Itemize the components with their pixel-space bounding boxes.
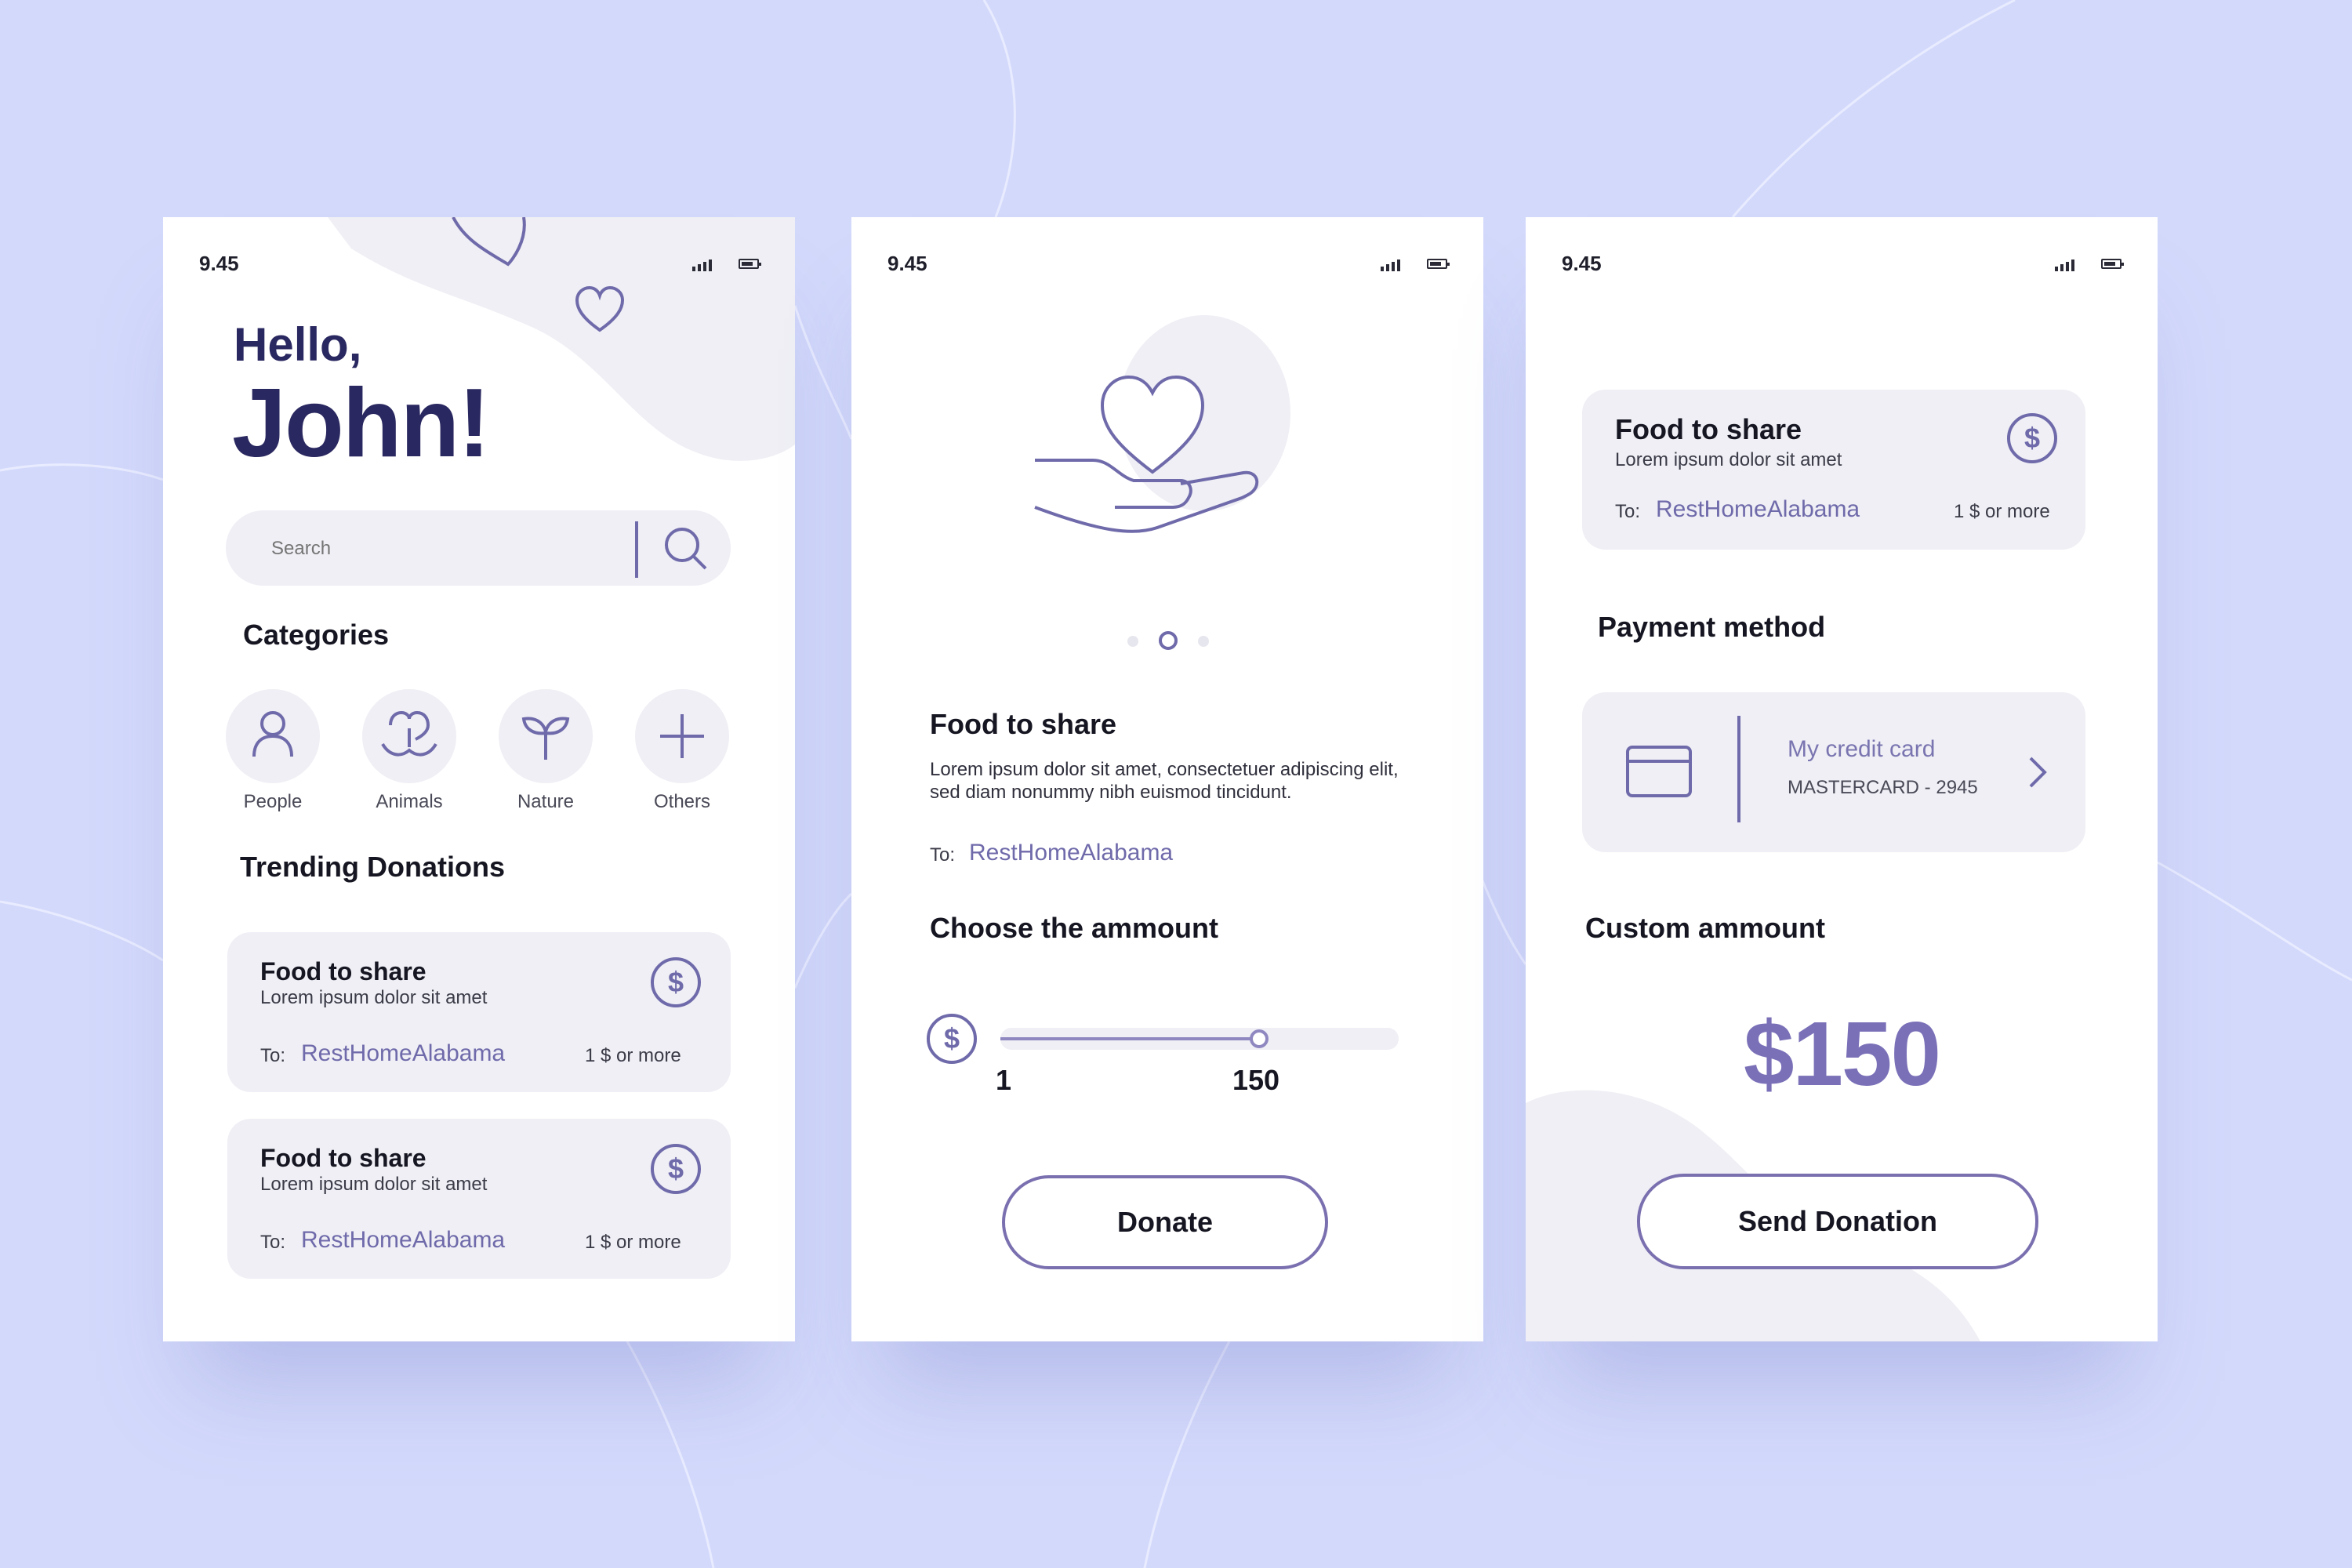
- battery-icon: [1427, 259, 1450, 269]
- search-input[interactable]: [270, 532, 586, 565]
- carousel-dot[interactable]: [1198, 636, 1209, 647]
- donation-title: Food to share: [260, 957, 426, 985]
- status-bar: 9.45: [163, 217, 795, 280]
- amount-slider[interactable]: [1000, 1028, 1399, 1050]
- category-people[interactable]: People: [226, 689, 320, 815]
- dollar-icon: $: [927, 1014, 977, 1064]
- detail-recipient[interactable]: RestHomeAlabama: [969, 840, 1173, 866]
- donation-to-label: To:: [260, 1045, 286, 1066]
- category-nature-circle: [499, 689, 593, 783]
- signal-icon: [2055, 260, 2074, 271]
- category-nature[interactable]: Nature: [499, 689, 593, 815]
- greeting-name: John!: [232, 369, 490, 477]
- credit-card-icon: [1626, 746, 1692, 797]
- signal-icon: [1381, 260, 1400, 271]
- card-divider: [1737, 716, 1740, 822]
- chevron-right-icon[interactable]: [2026, 755, 2049, 789]
- donation-amount-note: 1 $ or more: [585, 1045, 681, 1066]
- heart-outline-icon: [575, 286, 625, 332]
- summary-title: Food to share: [1615, 413, 1802, 445]
- category-animals-label: Animals: [376, 791, 443, 812]
- summary-recipient[interactable]: RestHomeAlabama: [1656, 496, 1860, 523]
- search-bar[interactable]: [226, 510, 731, 586]
- donation-subtitle: Lorem ipsum dolor sit amet: [260, 1174, 488, 1195]
- slider-fill: [1000, 1037, 1260, 1040]
- status-time: 9.45: [199, 252, 239, 275]
- payment-method-card[interactable]: My credit card MASTERCARD - 2945: [1582, 692, 2085, 852]
- send-donation-button[interactable]: Send Donation: [1637, 1174, 2038, 1269]
- person-icon: [252, 711, 293, 757]
- dollar-icon: $: [2007, 413, 2057, 463]
- donation-amount-note: 1 $ or more: [585, 1232, 681, 1253]
- status-time: 9.45: [887, 252, 927, 275]
- status-bar: 9.45: [1526, 217, 2158, 280]
- donation-card[interactable]: Food to share Lorem ipsum dolor sit amet…: [227, 932, 731, 1092]
- payment-method-title: Payment method: [1598, 611, 1826, 643]
- category-nature-label: Nature: [517, 791, 575, 812]
- status-time: 9.45: [1562, 252, 1602, 275]
- detail-title: Food to share: [930, 708, 1117, 740]
- donation-title: Food to share: [260, 1144, 426, 1172]
- battery-icon: [739, 259, 761, 269]
- summary-to-label: To:: [1615, 501, 1641, 522]
- donate-button[interactable]: Donate: [1002, 1175, 1328, 1269]
- detail-screen: 9.45 Food to share Lorem ipsum dolor sit…: [851, 217, 1483, 1341]
- category-others-label: Others: [653, 791, 711, 812]
- donation-subtitle: Lorem ipsum dolor sit amet: [260, 987, 488, 1008]
- payment-screen: 9.45 Food to share Lorem ipsum dolor sit…: [1526, 217, 2158, 1341]
- search-icon[interactable]: [660, 523, 712, 575]
- carousel-dots: [1123, 631, 1217, 650]
- search-divider: [635, 521, 638, 578]
- greeting-line1: Hello,: [234, 318, 362, 371]
- custom-amount-title: Custom ammount: [1585, 912, 1825, 944]
- donation-to-label: To:: [260, 1232, 286, 1253]
- carousel-dot[interactable]: [1127, 636, 1138, 647]
- home-screen: 9.45 Hello, John! Categories People: [163, 217, 795, 1341]
- category-others-circle: [635, 689, 729, 783]
- slider-value-label: 150: [1232, 1064, 1280, 1096]
- custom-amount-value[interactable]: $150: [1526, 1001, 2158, 1106]
- hand-heart-illustration: [1034, 315, 1290, 533]
- battery-icon: [2101, 259, 2124, 269]
- summary-subtitle: Lorem ipsum dolor sit amet: [1615, 449, 1842, 470]
- detail-description: Lorem ipsum dolor sit amet, consectetuer…: [930, 759, 1399, 803]
- animal-icon: [381, 711, 437, 757]
- choose-amount-title: Choose the ammount: [930, 912, 1219, 944]
- dollar-icon: $: [651, 1144, 701, 1194]
- card-name: My credit card: [1788, 736, 1936, 762]
- slider-min-label: 1: [996, 1064, 1012, 1096]
- status-bar: 9.45: [851, 217, 1483, 280]
- plus-icon: [660, 714, 704, 758]
- dollar-icon: $: [651, 957, 701, 1007]
- donation-recipient[interactable]: RestHomeAlabama: [301, 1227, 505, 1254]
- card-detail: MASTERCARD - 2945: [1788, 777, 1978, 798]
- category-people-circle: [226, 689, 320, 783]
- detail-to-label: To:: [930, 844, 956, 866]
- credit-card-stripe: [1629, 760, 1689, 763]
- donation-summary-card[interactable]: Food to share Lorem ipsum dolor sit amet…: [1582, 390, 2085, 550]
- slider-thumb[interactable]: [1250, 1029, 1269, 1048]
- trending-title: Trending Donations: [240, 851, 505, 883]
- category-others[interactable]: Others: [635, 689, 729, 815]
- summary-amount-note: 1 $ or more: [1954, 501, 2050, 522]
- category-animals-circle: [362, 689, 456, 783]
- category-animals[interactable]: Animals: [362, 689, 456, 815]
- categories-title: Categories: [243, 619, 390, 651]
- signal-icon: [692, 260, 712, 271]
- donation-recipient[interactable]: RestHomeAlabama: [301, 1040, 505, 1067]
- donation-card[interactable]: Food to share Lorem ipsum dolor sit amet…: [227, 1119, 731, 1279]
- carousel-dot-active[interactable]: [1159, 631, 1178, 650]
- category-people-label: People: [243, 791, 303, 812]
- plant-icon: [521, 717, 570, 760]
